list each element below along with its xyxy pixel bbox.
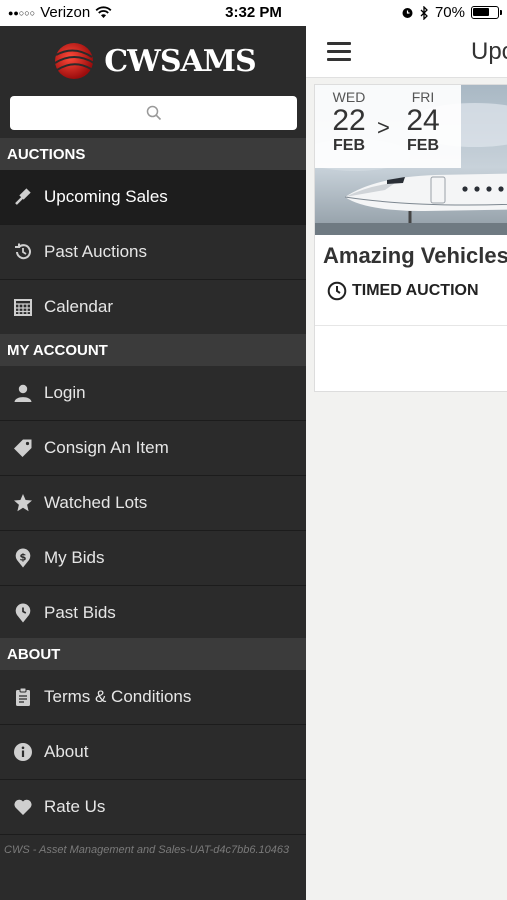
start-weekday: WED <box>332 89 366 105</box>
menu-label: Terms & Conditions <box>44 687 192 706</box>
auction-type-label: TIMED AUCTION <box>352 282 479 299</box>
calendar-icon <box>12 296 34 318</box>
clock-pin-icon <box>12 602 34 624</box>
side-drawer: CWSAMS AUCTIONS Upcoming Sales Past Auct… <box>0 26 306 900</box>
page-title: Upcoming Sales <box>471 38 507 65</box>
menu-item-upcoming-sales[interactable]: Upcoming Sales <box>0 170 306 225</box>
date-range: WED 22 FEB > FRI 24 FEB <box>315 85 461 168</box>
start-date: WED 22 FEB <box>319 89 379 155</box>
section-header-auctions: AUCTIONS <box>0 138 306 170</box>
menu-label: Past Bids <box>44 603 116 622</box>
date-arrow: > <box>377 115 390 140</box>
auction-image: WED 22 FEB > FRI 24 FEB <box>315 85 507 235</box>
auction-title: Amazing Vehicles <box>323 243 507 268</box>
start-month: FEB <box>333 137 365 154</box>
main-content: Upcoming Sales <box>306 26 507 900</box>
star-icon <box>12 492 34 514</box>
menu-label: About <box>44 742 89 761</box>
bluetooth-icon <box>420 5 428 20</box>
menu-item-consign[interactable]: Consign An Item <box>0 421 306 476</box>
brand-logo: CWSAMS <box>0 26 306 96</box>
card-divider <box>315 325 507 326</box>
menu-item-past-bids[interactable]: Past Bids <box>0 586 306 641</box>
about-section: ABOUT Terms & Conditions About Rate Us <box>0 638 306 835</box>
menu-item-watched-lots[interactable]: Watched Lots <box>0 476 306 531</box>
brand-name: CWSAMS <box>104 43 256 79</box>
menu-label: Past Auctions <box>44 242 148 261</box>
auctions-section: AUCTIONS Upcoming Sales Past Auctions Ca… <box>0 138 306 335</box>
search-icon <box>146 105 161 121</box>
menu-item-my-bids[interactable]: $ My Bids <box>0 531 306 586</box>
menu-label: Consign An Item <box>44 438 169 457</box>
battery-fill <box>473 8 489 16</box>
section-header-my-account: MY ACCOUNT <box>0 334 306 366</box>
end-month: FEB <box>407 137 439 154</box>
user-icon <box>12 382 34 404</box>
tag-icon <box>12 437 34 459</box>
clock-icon <box>327 281 347 301</box>
globe-logo-icon <box>54 43 95 79</box>
top-bar: Upcoming Sales <box>306 26 507 78</box>
auction-card[interactable]: WED 22 FEB > FRI 24 FEB Amazing Vehicles… <box>314 84 507 392</box>
menu-item-about[interactable]: About <box>0 725 306 780</box>
menu-label: Watched Lots <box>44 493 148 512</box>
menu-item-rate-us[interactable]: Rate Us <box>0 780 306 835</box>
history-icon <box>12 241 34 263</box>
menu-label: Login <box>44 383 86 402</box>
menu-item-past-auctions[interactable]: Past Auctions <box>0 225 306 280</box>
menu-label: My Bids <box>44 548 105 567</box>
account-section: MY ACCOUNT Login Consign An Item Watched… <box>0 334 306 641</box>
hamburger-menu-icon[interactable] <box>327 42 351 62</box>
menu-label: Rate Us <box>44 797 106 816</box>
gavel-icon <box>12 186 34 208</box>
battery-icon <box>471 6 502 19</box>
alarm-icon <box>402 8 413 18</box>
start-day: 22 <box>332 104 366 137</box>
status-icons: 70% <box>401 4 502 21</box>
auction-type: TIMED AUCTION <box>327 281 479 301</box>
end-date: FRI 24 FEB <box>393 89 453 155</box>
info-icon <box>12 741 34 763</box>
end-weekday: FRI <box>411 89 435 105</box>
section-header-about: ABOUT <box>0 638 306 670</box>
version-footer: CWS - Asset Management and Sales-UAT-d4c… <box>4 844 290 856</box>
heart-icon <box>12 796 34 818</box>
clipboard-icon <box>12 686 34 708</box>
menu-label: Upcoming Sales <box>44 187 168 206</box>
menu-item-calendar[interactable]: Calendar <box>0 280 306 335</box>
status-bar: ●●○○○ Verizon 3:32 PM 70% <box>0 0 507 26</box>
svg-text:$: $ <box>20 552 27 563</box>
menu-item-terms[interactable]: Terms & Conditions <box>0 670 306 725</box>
search-input[interactable] <box>10 96 297 130</box>
menu-label: Calendar <box>44 297 113 316</box>
end-day: 24 <box>406 104 440 137</box>
dollar-pin-icon: $ <box>12 547 34 569</box>
battery-percent: 70% <box>434 4 465 21</box>
menu-item-login[interactable]: Login <box>0 366 306 421</box>
